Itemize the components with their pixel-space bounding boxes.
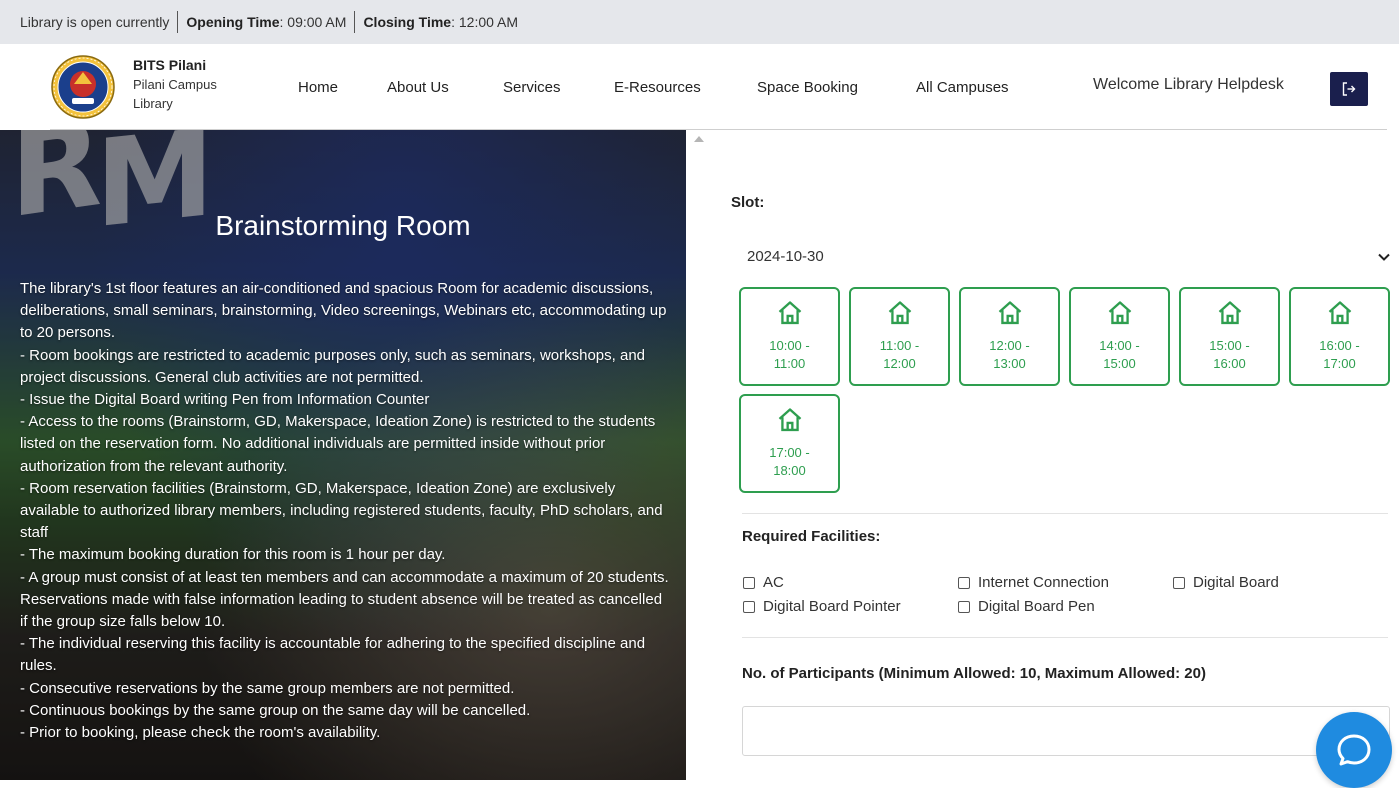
facility-digital-board-pointer[interactable]: Digital Board Pointer — [743, 598, 901, 615]
library-status-bar: Library is open currently Opening Time: … — [0, 0, 1399, 44]
logout-button[interactable] — [1330, 72, 1368, 106]
room-title: Brainstorming Room — [215, 210, 471, 241]
section-divider — [742, 637, 1388, 638]
room-description: The library's 1st floor features an air-… — [20, 278, 670, 744]
slot-time: 15:00 -16:00 — [1209, 338, 1250, 371]
date-value: 2024-10-30 — [747, 248, 824, 265]
divider — [177, 11, 179, 33]
booking-form: Slot: 2024-10-30 10:00 -11:00 11:00 -12:… — [686, 130, 1399, 780]
home-icon — [778, 408, 801, 432]
home-icon — [778, 301, 801, 325]
chat-button[interactable] — [1316, 712, 1392, 788]
facility-digital-board-pen[interactable]: Digital Board Pen — [958, 598, 1095, 615]
nav-about-us[interactable]: About Us — [387, 79, 449, 96]
slot-button[interactable]: 10:00 -11:00 — [739, 287, 840, 386]
checkbox[interactable] — [743, 600, 755, 613]
description-line: - The individual reserving this facility… — [20, 635, 646, 675]
description-line: - The maximum booking duration for this … — [20, 546, 446, 564]
nav-space-booking[interactable]: Space Booking — [757, 79, 858, 96]
slot-label: Slot: — [731, 194, 765, 211]
logout-icon — [1342, 82, 1356, 96]
slot-button[interactable]: 15:00 -16:00 — [1179, 287, 1280, 386]
description-line: The library's 1st floor features an air-… — [20, 280, 667, 342]
nav-services[interactable]: Services — [503, 79, 561, 96]
description-line: - Issue the Digital Board writing Pen fr… — [20, 391, 430, 409]
brand-block: BITS Pilani Pilani Campus Library — [133, 56, 217, 113]
nav-e-resources[interactable]: E-Resources — [614, 79, 701, 96]
home-icon — [1328, 301, 1351, 325]
description-line: - Prior to booking, please check the roo… — [20, 724, 381, 742]
brand-campus: Pilani Campus — [133, 77, 217, 92]
facility-internet-connection[interactable]: Internet Connection — [958, 574, 1109, 591]
slot-time: 12:00 -13:00 — [989, 338, 1030, 371]
checkbox[interactable] — [743, 576, 755, 589]
description-line: - Room bookings are restricted to academ… — [20, 346, 646, 386]
checkbox[interactable] — [1173, 576, 1185, 589]
description-line: - Consecutive reservations by the same g… — [20, 679, 515, 697]
facilities-label: Required Facilities: — [742, 528, 881, 545]
checkbox[interactable] — [958, 600, 970, 613]
site-header: BITS Pilani Pilani Campus Library Home A… — [0, 44, 1399, 130]
facility-ac[interactable]: AC — [743, 574, 784, 591]
brand-name: BITS Pilani — [133, 57, 207, 73]
closing-time: Closing Time: 12:00 AM — [363, 14, 519, 30]
home-icon — [1108, 301, 1131, 325]
chevron-down-icon — [1378, 253, 1390, 261]
nav-home[interactable]: Home — [298, 79, 338, 96]
opening-time: Opening Time: 09:00 AM — [186, 14, 347, 30]
slot-time: 16:00 -17:00 — [1319, 338, 1360, 371]
slot-button[interactable]: 17:00 -18:00 — [739, 394, 840, 493]
slot-time: 14:00 -15:00 — [1099, 338, 1140, 371]
date-select[interactable]: 2024-10-30 — [731, 238, 1399, 276]
slot-time: 17:00 -18:00 — [769, 445, 810, 478]
home-icon — [888, 301, 911, 325]
divider — [354, 11, 356, 33]
description-line: - Continuous bookings by the same group … — [20, 701, 531, 719]
slot-time: 11:00 -12:00 — [879, 338, 920, 371]
participants-input[interactable] — [742, 706, 1390, 756]
description-line: - Access to the rooms (Brainstorm, GD, M… — [20, 413, 656, 475]
nav-all-campuses[interactable]: All Campuses — [916, 79, 1009, 96]
description-line: - A group must consist of at least ten m… — [20, 568, 669, 631]
chat-bubble-icon — [1337, 734, 1371, 766]
checkbox[interactable] — [958, 576, 970, 589]
facility-digital-board[interactable]: Digital Board — [1173, 574, 1279, 591]
slot-time: 10:00 -11:00 — [769, 338, 810, 371]
home-icon — [998, 301, 1021, 325]
welcome-text: Welcome Library Helpdesk — [1093, 76, 1284, 93]
bits-logo[interactable] — [50, 54, 116, 120]
library-status-text: Library is open currently — [20, 14, 170, 30]
slot-button[interactable]: 14:00 -15:00 — [1069, 287, 1170, 386]
participants-label: No. of Participants (Minimum Allowed: 10… — [742, 665, 1206, 682]
section-divider — [742, 513, 1388, 514]
slot-button[interactable]: 12:00 -13:00 — [959, 287, 1060, 386]
description-line: - Room reservation facilities (Brainstor… — [20, 479, 663, 542]
slot-button[interactable]: 11:00 -12:00 — [849, 287, 950, 386]
home-icon — [1218, 301, 1241, 325]
room-info-panel: R M Brainstorming Room The library's 1st… — [0, 130, 686, 780]
slot-button[interactable]: 16:00 -17:00 — [1289, 287, 1390, 386]
scroll-up-arrow[interactable] — [694, 136, 704, 142]
brand-library: Library — [133, 96, 173, 111]
